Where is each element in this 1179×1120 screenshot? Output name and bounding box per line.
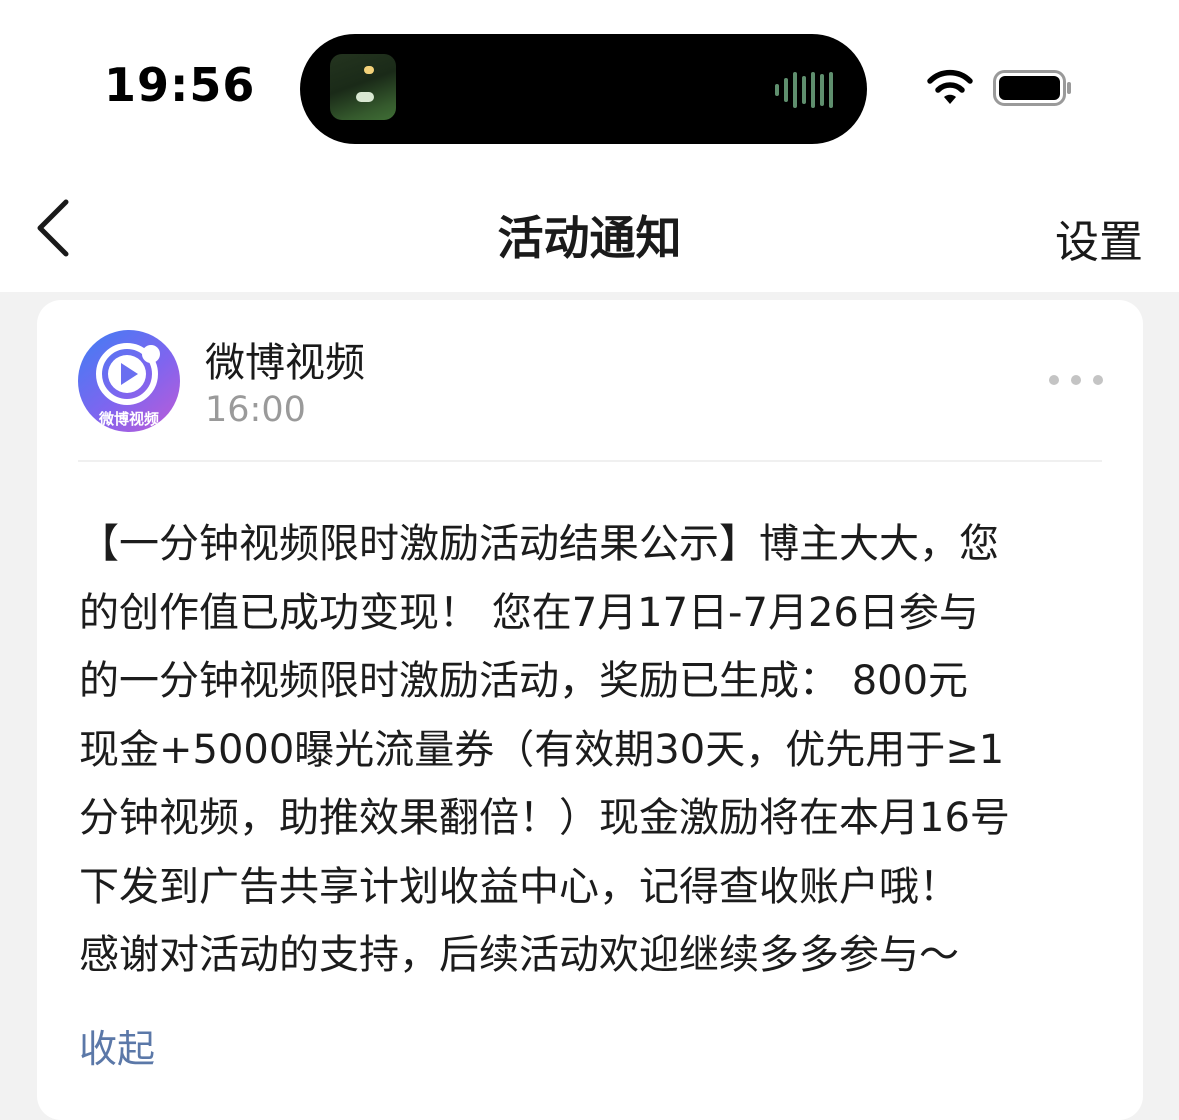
ellipsis-icon[interactable] [1049, 370, 1105, 390]
settings-button[interactable]: 设置 [1055, 206, 1143, 270]
message-time: 16:00 [205, 390, 306, 430]
wifi-icon [927, 69, 973, 104]
audio-waveform-icon [775, 72, 833, 108]
message-line: 分钟视频，助推效果翻倍！）现金激励将在本月16号 [79, 795, 1010, 841]
sender-avatar[interactable]: 微博视频 [78, 330, 180, 432]
navigation-bar: 活动通知 设置 [0, 168, 1179, 292]
play-icon [96, 343, 160, 405]
message-line: 感谢对活动的支持，后续活动欢迎继续多多参与～ [79, 932, 959, 978]
notification-card: 微博视频 微博视频 16:00 【一分钟视频限时激励活动结果公示】博主大大，您 … [37, 300, 1143, 1120]
message-line: 的创作值已成功变现！ 您在7月17日-7月26日参与 [79, 589, 979, 636]
battery-icon [993, 70, 1071, 106]
message-body: 【一分钟视频限时激励活动结果公示】博主大大，您 的创作值已成功变现！ 您在7月1… [79, 510, 1109, 990]
message-line: 现金+5000曝光流量券（有效期30天，优先用于≥1 [79, 726, 1005, 773]
message-line: 的一分钟视频限时激励活动，奖励已生成： 800元 [79, 658, 969, 704]
page-title: 活动通知 [497, 211, 682, 265]
message-line: 【一分钟视频限时激励活动结果公示】博主大大，您 [79, 521, 999, 567]
album-thumbnail-icon [330, 54, 396, 120]
divider [78, 460, 1102, 462]
status-bar: 19:56 [0, 0, 1179, 168]
avatar-label: 微博视频 [98, 410, 159, 428]
collapse-link[interactable]: 收起 [79, 1018, 155, 1073]
status-time: 19:56 [104, 58, 256, 112]
dynamic-island[interactable] [300, 34, 867, 144]
message-line: 下发到广告共享计划收益中心，记得查收账户哦！ [79, 863, 959, 910]
sender-name[interactable]: 微博视频 [205, 330, 365, 388]
